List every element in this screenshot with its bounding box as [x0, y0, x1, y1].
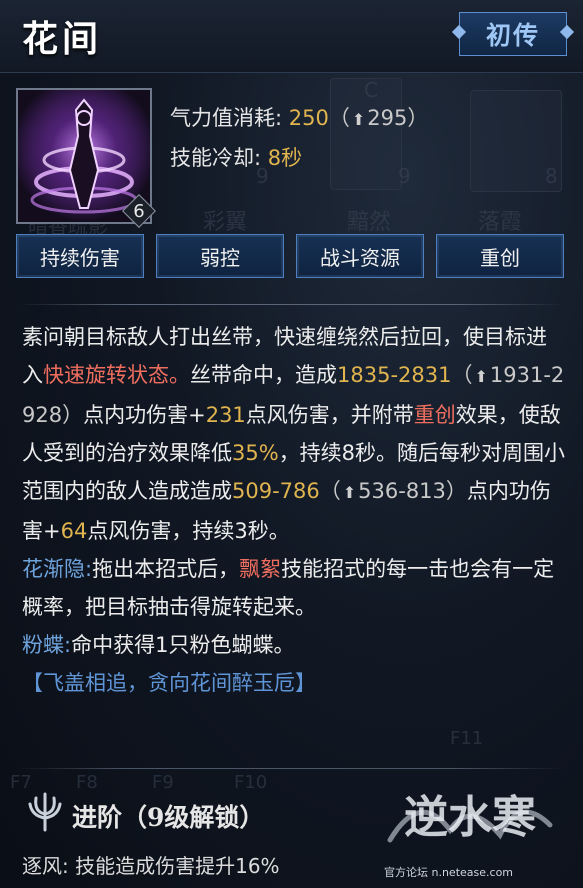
- background-label: 8: [545, 164, 558, 188]
- upgrade-arrow-icon: ⬆: [474, 367, 488, 386]
- cost-upgrade-value: 295: [367, 106, 408, 130]
- flavor-quote: 【飞盖相追，贪向花间醉玉卮】: [22, 671, 316, 695]
- game-logo-watermark: 逆水寒: [387, 792, 553, 843]
- upgrade-arrow-icon: ⬆: [351, 110, 366, 129]
- trident-icon: [28, 792, 62, 832]
- description-effect-hua-jian-yin: 花渐隐:拖出本招式后，飘絮技能招式的每一击也会有一定概率，把目标抽击得旋转起来。: [22, 550, 567, 626]
- damage-range: 1835-2831: [337, 363, 452, 387]
- tag-weak-control: 弱控: [156, 234, 284, 278]
- paren: （: [319, 479, 341, 503]
- advance-title: 进阶（9级解锁）: [72, 803, 265, 832]
- advance-item: 逐风: 技能造成伤害提升16%: [22, 850, 280, 879]
- cooldown-value: 8秒: [267, 146, 303, 170]
- skill-highlight: 飘絮: [239, 557, 282, 581]
- background-key: F8: [76, 772, 98, 793]
- skill-level: 6: [133, 200, 145, 222]
- background-label: 落霞: [478, 210, 523, 235]
- badge-ornament-icon: [451, 24, 467, 40]
- cost-open-paren: （: [328, 106, 350, 130]
- state-highlight: 快速旋转状态。: [43, 363, 190, 387]
- cost-label: 气力值消耗:: [170, 106, 283, 130]
- effect-label: 花渐隐:: [22, 557, 93, 581]
- cost-row: 气力值消耗: 250（ ⬆295）: [170, 102, 428, 132]
- paren: （: [451, 363, 473, 387]
- skill-tooltip-panel: C 9 9 8 暗香疏影 彩翼 黯然 落霞 F7 F8 F9 F10 F11 花…: [0, 0, 583, 888]
- cost-close-paren: ）: [407, 106, 429, 130]
- upgrade-arrow-icon: ⬆: [342, 483, 357, 502]
- skill-title: 花间: [22, 18, 103, 60]
- advance-item-text: 技能造成伤害提升16%: [75, 854, 280, 878]
- background-key: F11: [450, 728, 484, 749]
- tick-damage-upgrade-range: 536-813: [358, 479, 446, 503]
- logo-text: 逆水寒: [404, 792, 536, 843]
- cost-value: 250: [288, 106, 329, 130]
- background-label: 黯然: [347, 210, 392, 235]
- description-effect-fen-die: 粉蝶:命中获得1只粉色蝴蝶。: [22, 626, 567, 664]
- background-key: F9: [152, 772, 174, 793]
- heal-reduction: 35%: [232, 441, 279, 465]
- advance-item-label: 逐风:: [22, 854, 69, 878]
- skill-level-indicator: 6: [122, 194, 156, 228]
- tag-combat-resource: 战斗资源: [296, 234, 424, 278]
- tooltip-header: 花间 初传: [0, 0, 583, 73]
- background-label: 9: [398, 164, 411, 188]
- rank-badge: 初传: [451, 12, 575, 56]
- tag-heavy-wound: 重创: [436, 234, 564, 278]
- divider: [18, 304, 565, 305]
- desc-text: 丝带命中，造成: [190, 363, 337, 387]
- paren: ）: [62, 403, 84, 427]
- tick-damage-range: 509-786: [232, 479, 320, 503]
- description-main: 素问朝目标敌人打出丝带，快速缠绕然后拉回，使目标进入快速旋转状态。丝带命中，造成…: [22, 318, 567, 550]
- desc-text: 点内功伤害+: [83, 403, 206, 427]
- divider: [18, 768, 565, 769]
- desc-text: 命中获得1只粉色蝴蝶。: [71, 633, 295, 657]
- cooldown-row: 技能冷却: 8秒: [170, 142, 302, 172]
- badge-ornament-icon: [559, 24, 575, 40]
- desc-text: 拖出本招式后，: [92, 557, 240, 581]
- forum-caption: 官方论坛 n.netease.com: [384, 866, 514, 879]
- effect-label: 粉蝶:: [22, 633, 72, 657]
- paren: ）: [445, 479, 467, 503]
- desc-text: 点风伤害，并附带: [245, 403, 414, 427]
- cooldown-label: 技能冷却:: [170, 146, 262, 170]
- tag-dot-damage: 持续伤害: [16, 234, 144, 278]
- wind-damage: 231: [205, 403, 246, 427]
- tick-wind-damage: 64: [60, 519, 88, 543]
- background-key: F10: [234, 772, 268, 793]
- background-label: 彩翼: [203, 210, 248, 235]
- rank-badge-label: 初传: [485, 21, 540, 50]
- skill-description: 素问朝目标敌人打出丝带，快速缠绕然后拉回，使目标进入快速旋转状态。丝带命中，造成…: [22, 318, 567, 702]
- background-label: C: [364, 78, 378, 102]
- heavy-wound-highlight: 重创: [413, 403, 456, 427]
- desc-text: 点风伤害，持续3秒。: [87, 519, 290, 543]
